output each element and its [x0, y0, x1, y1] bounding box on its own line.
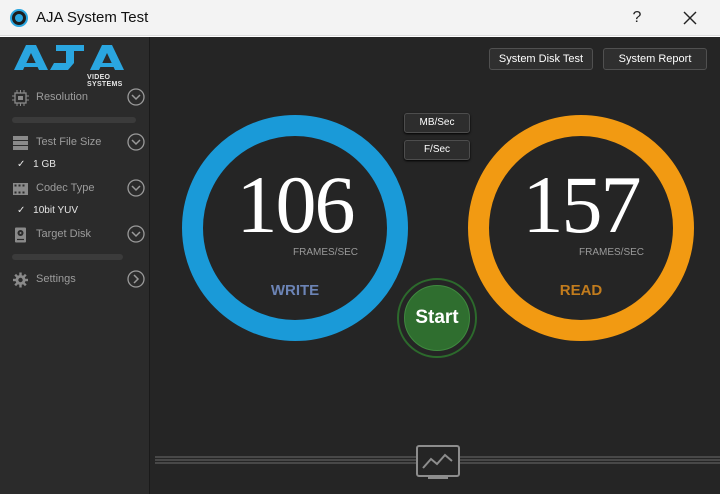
sidebar-item-resolution[interactable]: Resolution [12, 87, 146, 109]
help-button[interactable]: ? [620, 6, 654, 30]
app-body: VIDEO SYSTEMS Resolution Test File Size … [0, 37, 720, 494]
sidebar-item-codec-type[interactable]: Codec Type [12, 178, 146, 200]
sidebar-item-target-disk[interactable]: Target Disk [12, 224, 146, 246]
check-icon: ✓ [17, 205, 26, 216]
title-bar: AJA System Test ? [0, 0, 720, 36]
stack-icon [13, 136, 28, 150]
chevron-down-icon[interactable] [127, 225, 145, 243]
sidebar: VIDEO SYSTEMS Resolution Test File Size … [0, 37, 150, 494]
read-value: 157 [522, 159, 642, 250]
sidebar-item-label: Codec Type [36, 182, 95, 194]
sidebar-item-test-file-size[interactable]: Test File Size [12, 132, 146, 154]
codec-type-value[interactable]: ✓ 10bit YUV [17, 205, 78, 216]
sidebar-item-label: Target Disk [36, 228, 92, 240]
read-unit: FRAMES/SEC [579, 247, 645, 258]
start-button[interactable]: Start [404, 285, 470, 351]
logo-subtitle: VIDEO SYSTEMS [87, 74, 123, 88]
system-disk-test-button[interactable]: System Disk Test [489, 48, 593, 70]
sidebar-item-settings[interactable]: Settings [12, 269, 146, 291]
selected-value: 1 GB [33, 159, 56, 170]
chevron-down-icon[interactable] [127, 133, 145, 151]
disk-icon [15, 227, 26, 243]
aja-app-icon [10, 9, 28, 27]
window-title: AJA System Test [36, 9, 149, 26]
write-unit: FRAMES/SEC [293, 247, 359, 258]
close-icon [683, 11, 697, 25]
system-report-button[interactable]: System Report [603, 48, 707, 70]
read-gauge: 157 FRAMES/SEC READ [468, 115, 694, 341]
chevron-down-icon[interactable] [127, 88, 145, 106]
resolution-progress-track [12, 117, 136, 123]
test-file-size-value[interactable]: ✓ 1 GB [17, 159, 56, 170]
gear-icon [13, 272, 28, 288]
film-icon [13, 183, 28, 195]
mbsec-toggle[interactable]: MB/Sec [404, 113, 470, 133]
aja-logo-mark [14, 45, 124, 70]
sidebar-item-label: Resolution [36, 91, 88, 103]
aja-logo: VIDEO SYSTEMS [12, 43, 130, 88]
chip-icon [12, 90, 29, 106]
chart-icon [422, 453, 453, 469]
write-label: WRITE [270, 282, 320, 299]
chevron-right-icon[interactable] [127, 270, 145, 288]
target-disk-progress-track [12, 254, 123, 260]
graph-toggle-button[interactable] [416, 445, 460, 477]
sidebar-item-label: Test File Size [36, 136, 102, 148]
selected-value: 10bit YUV [33, 205, 79, 216]
chevron-down-icon[interactable] [127, 179, 145, 197]
write-gauge: 106 FRAMES/SEC WRITE [182, 115, 408, 341]
close-button[interactable] [673, 6, 707, 30]
graph-toggle-stand [428, 476, 448, 479]
fsec-toggle[interactable]: F/Sec [404, 140, 470, 160]
check-icon: ✓ [17, 159, 26, 170]
read-label: READ [559, 282, 603, 299]
write-value: 106 [236, 159, 356, 250]
sidebar-item-label: Settings [36, 273, 76, 285]
